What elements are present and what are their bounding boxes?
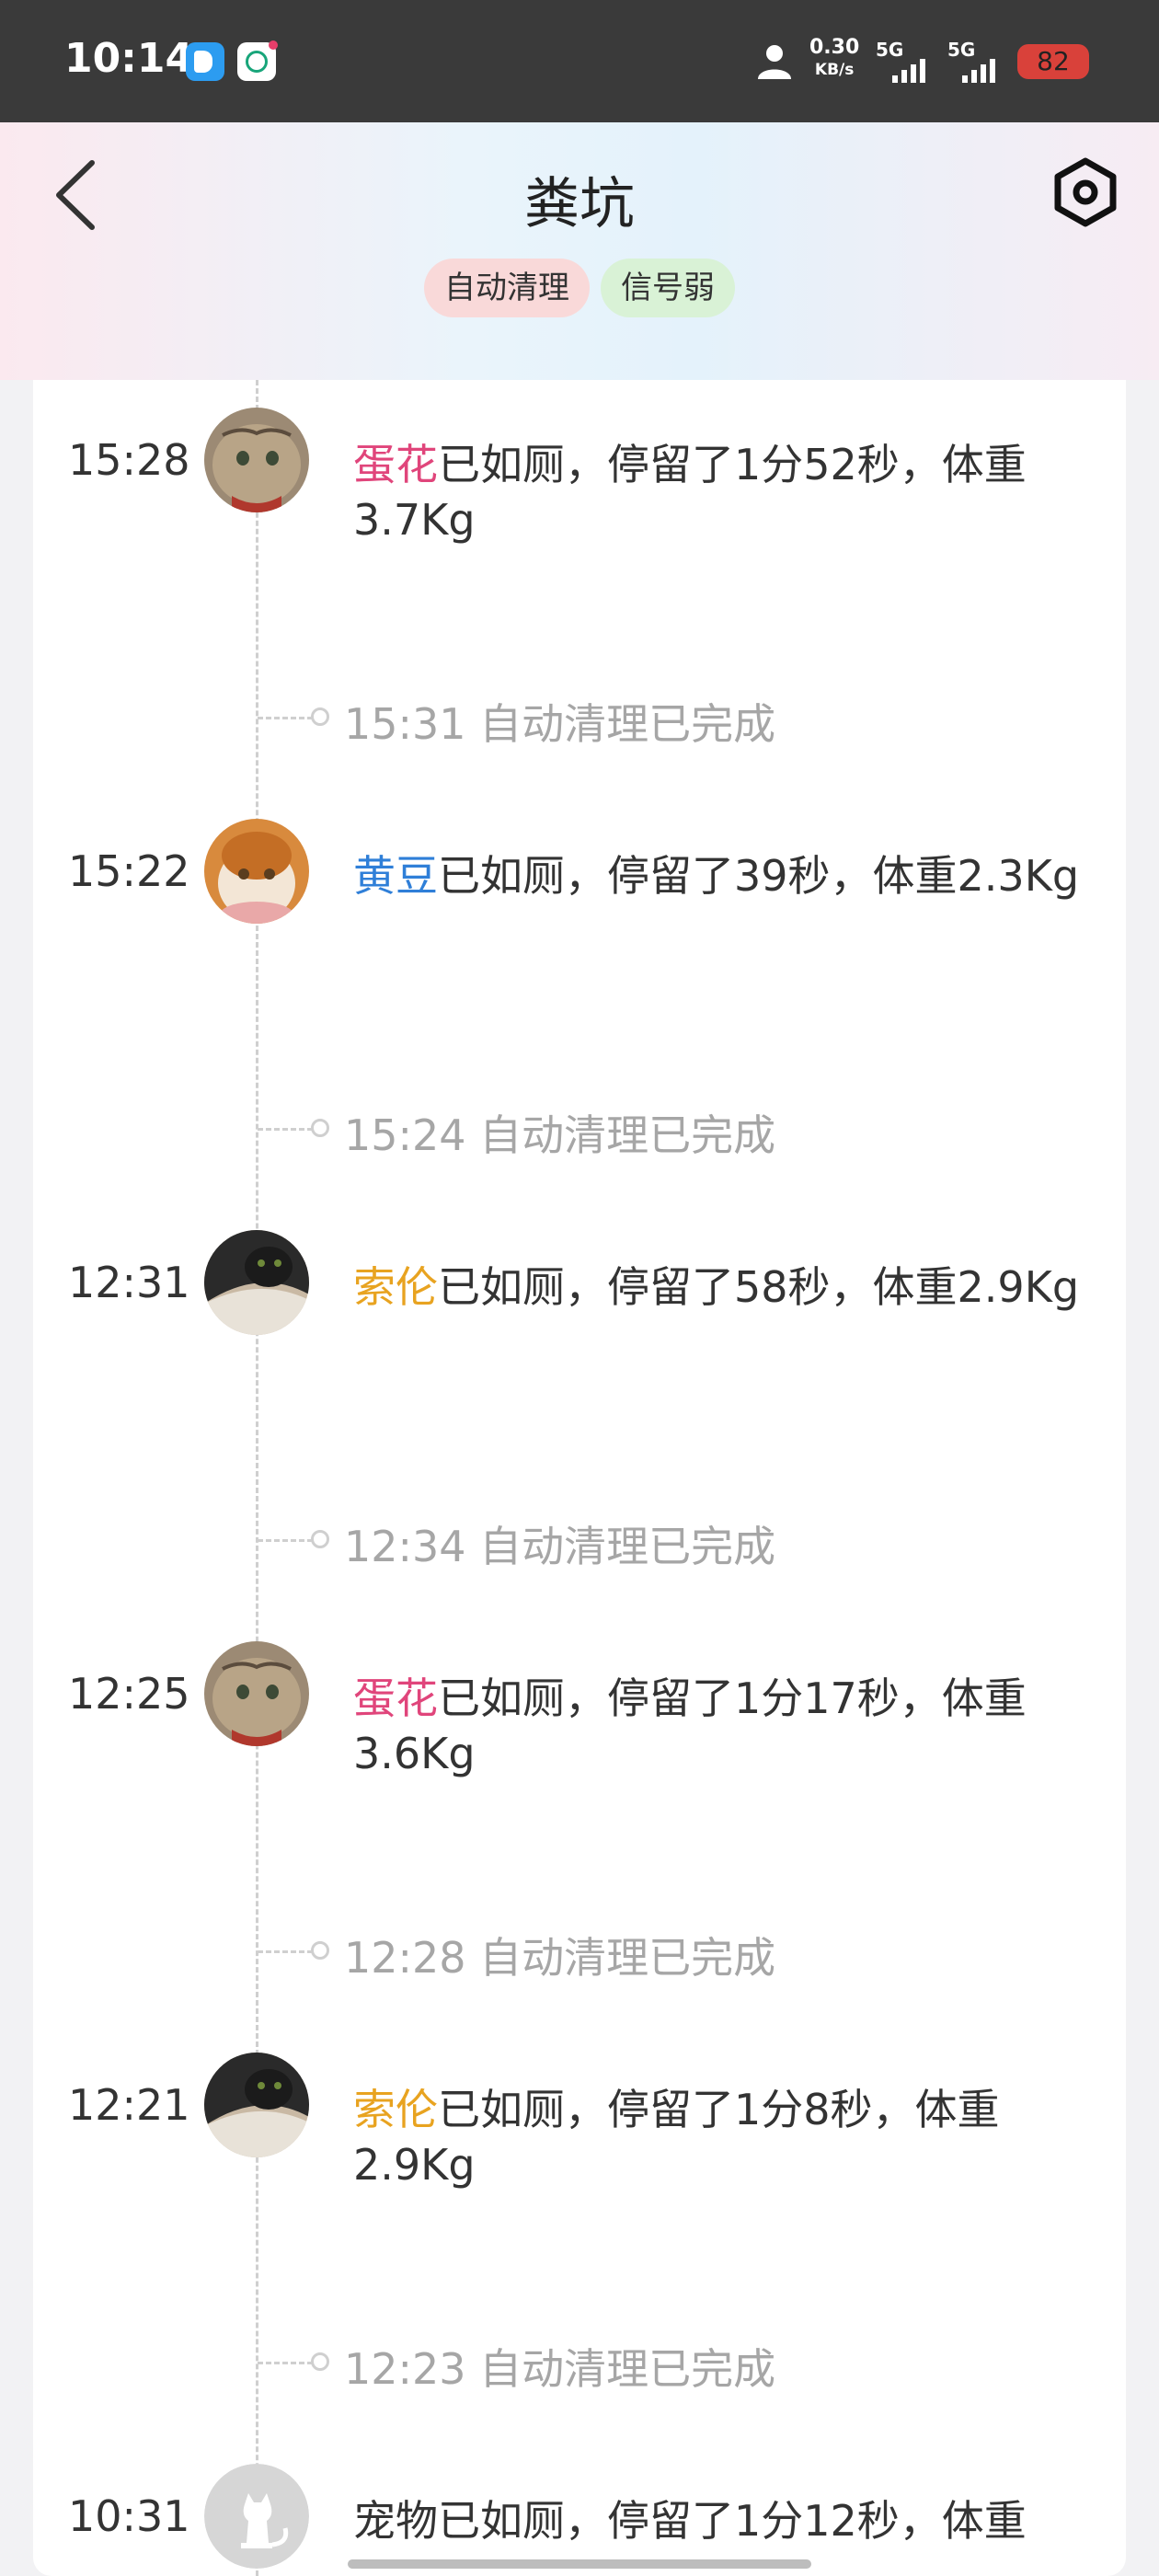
- auto-clean-badge: 自动清理: [424, 259, 590, 317]
- cat-avatar-black: [204, 2053, 309, 2157]
- timeline-dot-icon: [311, 2352, 329, 2371]
- cat-avatar-tabby: [204, 1641, 309, 1746]
- event-time: 12:21: [68, 2080, 190, 2130]
- carrier-app-icon: [237, 40, 278, 81]
- timeline-dot-icon: [311, 1530, 329, 1548]
- cat-silhouette-icon: [204, 2464, 309, 2569]
- signal-5g-2: 5G: [947, 39, 1006, 83]
- cat-avatar-orange: [204, 819, 309, 924]
- event-row[interactable]: 15:22 黄豆已如厕，停留了39秒，体重2.3Kg: [33, 791, 1126, 924]
- timeline-dot-icon: [311, 1119, 329, 1137]
- status-bar: 10:14 0.30 KB/s 5G 5G 82: [0, 0, 1159, 122]
- event-description: 索伦已如厕，停留了58秒，体重2.9Kg: [353, 1262, 1080, 1312]
- timeline-card: 15:28 蛋花已如厕，停留了1分52秒，体重3.7Kg 15:31 自动清理已…: [33, 380, 1126, 2576]
- event-row[interactable]: 12:21 索伦已如厕，停留了1分8秒，体重2.9Kg: [33, 2025, 1126, 2190]
- clean-row: 15:24 自动清理已完成: [33, 1091, 1126, 1165]
- battery-indicator: 82: [1017, 44, 1089, 79]
- status-badges: 自动清理 信号弱: [0, 259, 1159, 317]
- settings-hexagon-icon[interactable]: [1049, 155, 1122, 229]
- app-notification-icon: [186, 42, 224, 81]
- clean-status: 12:28 自动清理已完成: [344, 1933, 776, 1983]
- event-row[interactable]: 12:25 蛋花已如厕，停留了1分17秒，体重3.6Kg: [33, 1614, 1126, 1778]
- clean-status: 12:34 自动清理已完成: [344, 1522, 776, 1571]
- clean-row: 12:34 自动清理已完成: [33, 1502, 1126, 1576]
- signal-5g-1: 5G: [876, 39, 935, 83]
- weak-signal-badge: 信号弱: [601, 259, 735, 317]
- person-icon: [758, 45, 791, 79]
- event-time: 10:31: [68, 2491, 190, 2541]
- event-row[interactable]: 12:31 索伦已如厕，停留了58秒，体重2.9Kg: [33, 1202, 1126, 1335]
- status-time: 10:14: [64, 35, 194, 82]
- event-time: 12:31: [68, 1258, 190, 1307]
- event-time: 15:22: [68, 846, 190, 896]
- clean-row: 12:23 自动清理已完成: [33, 2325, 1126, 2398]
- page-title: 粪坑: [524, 172, 635, 236]
- clean-status: 15:24 自动清理已完成: [344, 1110, 776, 1160]
- event-row[interactable]: 15:28 蛋花已如厕，停留了1分52秒，体重3.7Kg: [33, 380, 1126, 545]
- cat-avatar-tabby: [204, 408, 309, 512]
- event-description: 宠物已如厕，停留了1分12秒，体重: [353, 2496, 1027, 2546]
- clean-status: 12:23 自动清理已完成: [344, 2344, 776, 2394]
- timeline-dot-icon: [311, 1941, 329, 1960]
- timeline-dot-icon: [311, 707, 329, 726]
- event-time: 15:28: [68, 435, 190, 485]
- clean-row: 15:31 自动清理已完成: [33, 680, 1126, 753]
- clean-row: 12:28 自动清理已完成: [33, 1914, 1126, 1987]
- event-description: 黄豆已如厕，停留了39秒，体重2.3Kg: [353, 851, 1080, 901]
- event-time: 12:25: [68, 1669, 190, 1719]
- event-description: 索伦已如厕，停留了1分8秒，体重2.9Kg: [353, 2085, 1000, 2190]
- event-row[interactable]: 10:31 宠物已如厕，停留了1分12秒，体重: [33, 2436, 1126, 2569]
- cat-avatar-black: [204, 1230, 309, 1335]
- event-description: 蛋花已如厕，停留了1分17秒，体重3.6Kg: [353, 1673, 1027, 1778]
- network-speed: 0.30 KB/s: [809, 36, 860, 80]
- clean-status: 15:31 自动清理已完成: [344, 699, 776, 749]
- home-indicator[interactable]: [348, 2559, 811, 2569]
- page-header: 粪坑 自动清理 信号弱: [0, 122, 1159, 380]
- event-description: 蛋花已如厕，停留了1分52秒，体重3.7Kg: [353, 440, 1027, 545]
